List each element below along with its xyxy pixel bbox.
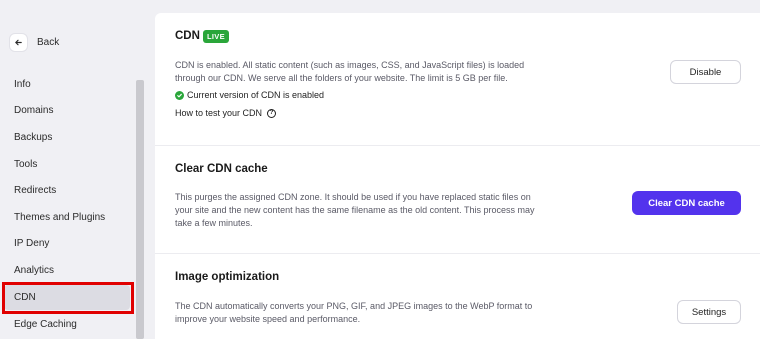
sidebar-scrollbar[interactable]: [136, 80, 144, 339]
disable-button[interactable]: Disable: [670, 60, 741, 84]
cdn-status: Current version of CDN is enabled: [175, 90, 324, 100]
back-arrow-icon[interactable]: [9, 33, 28, 52]
help-icon[interactable]: ?: [267, 108, 277, 118]
live-badge: LIVE: [203, 30, 229, 43]
sidebar: Back Info Domains Backups Tools Redirect…: [0, 0, 146, 339]
clear-cdn-cache-button[interactable]: Clear CDN cache: [632, 191, 741, 215]
cdn-status-text: Current version of CDN is enabled: [187, 90, 325, 100]
sidebar-item-backups[interactable]: Backups: [4, 125, 130, 150]
sidebar-item-info[interactable]: Info: [4, 72, 130, 97]
check-circle-icon: [175, 90, 184, 100]
image-optimization-description: The CDN automatically converts your PNG,…: [175, 301, 533, 324]
clear-cache-title: Clear CDN cache: [175, 163, 268, 175]
image-optimization-section: Image optimization The CDN automatically…: [155, 254, 760, 339]
sidebar-item-themes-plugins[interactable]: Themes and Plugins: [4, 205, 130, 230]
back-link[interactable]: Back: [9, 33, 59, 52]
sidebar-item-redirects[interactable]: Redirects: [4, 178, 130, 203]
main-panel: CDN LIVE CDN is enabled. All static cont…: [155, 13, 760, 339]
sidebar-item-ip-deny[interactable]: IP Deny: [4, 231, 130, 256]
settings-button[interactable]: Settings: [677, 300, 741, 324]
cdn-section: CDN LIVE CDN is enabled. All static cont…: [155, 13, 760, 146]
test-cdn-text[interactable]: How to test your CDN: [175, 108, 262, 118]
test-cdn-link[interactable]: How to test your CDN ?: [175, 108, 277, 118]
cdn-title: CDN: [175, 30, 200, 42]
image-optimization-title: Image optimization: [175, 271, 280, 283]
sidebar-item-analytics[interactable]: Analytics: [4, 258, 130, 283]
sidebar-item-edge-caching[interactable]: Edge Caching: [4, 312, 130, 337]
sidebar-item-tools[interactable]: Tools: [4, 152, 130, 177]
clear-cache-section: Clear CDN cache This purges the assigned…: [155, 146, 760, 254]
clear-cache-description: This purges the assigned CDN zone. It sh…: [175, 192, 535, 228]
sidebar-item-domains[interactable]: Domains: [4, 98, 130, 123]
cdn-description: CDN is enabled. All static content (such…: [175, 60, 525, 83]
back-label: Back: [37, 37, 60, 48]
highlight-frame: [2, 282, 134, 314]
